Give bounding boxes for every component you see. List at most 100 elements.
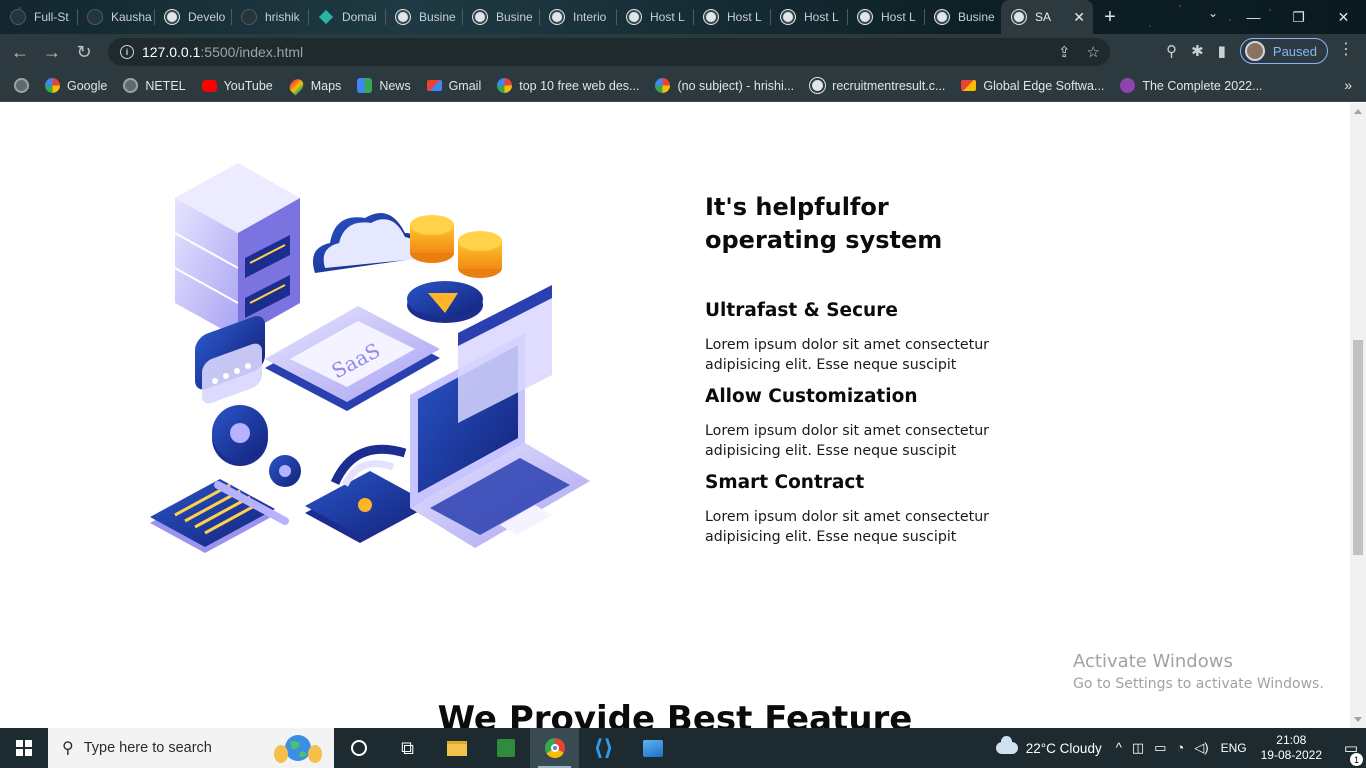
share-icon[interactable]: ⇪	[1058, 43, 1071, 61]
browser-tab[interactable]: Busine	[462, 0, 539, 34]
news-icon	[357, 78, 373, 93]
bookmark-label: Global Edge Softwa...	[983, 78, 1105, 93]
bookmark-item[interactable]: News	[357, 78, 411, 93]
reload-icon[interactable]: ↻	[68, 36, 100, 68]
scroll-down-icon[interactable]	[1354, 717, 1362, 722]
new-tab-button[interactable]: +	[1093, 0, 1127, 34]
bookmark-label: recruitmentresult.c...	[832, 78, 946, 93]
bookmark-item[interactable]: The Complete 2022...	[1120, 78, 1263, 93]
spreadsheet-icon[interactable]	[481, 728, 530, 768]
close-tab-icon[interactable]: ✕	[1073, 9, 1085, 26]
address-bar[interactable]: i 127.0.0.1:5500/index.html ⇪ ☆	[108, 38, 1110, 66]
weather-text: 22°C Cloudy	[1025, 740, 1102, 756]
google-icon	[655, 78, 671, 93]
bookmark-item[interactable]: NETEL	[123, 78, 186, 93]
clock[interactable]: 21:08 19-08-2022	[1261, 733, 1322, 763]
globe-icon	[123, 78, 139, 93]
bookmark-item[interactable]: (no subject) - hrishi...	[655, 78, 794, 93]
battery-icon[interactable]: ▭	[1154, 740, 1166, 756]
watermark-subtitle: Go to Settings to activate Windows.	[1073, 676, 1324, 692]
kebab-menu-icon[interactable]: ⋮	[1338, 42, 1354, 58]
dark-circle-icon	[87, 9, 103, 25]
weather-widget[interactable]: 22°C Cloudy	[995, 736, 1102, 756]
wifi-icon[interactable]: ◔	[1176, 740, 1184, 756]
browser-tab[interactable]: Domai	[308, 0, 385, 34]
google-icon	[497, 78, 513, 93]
chrome-icon[interactable]	[530, 728, 579, 768]
tab-title: Host L	[727, 10, 762, 24]
page-viewport: SaaS It's helpfulfor operating system Ul…	[0, 103, 1350, 728]
profile-button[interactable]: Paused	[1239, 38, 1328, 64]
tab-title: Busine	[496, 10, 533, 24]
window-controls: — ❐ ✕	[1231, 0, 1366, 34]
vscode-icon[interactable]: ⟨⟩	[579, 728, 628, 768]
side-panel-icon[interactable]: ▮	[1218, 42, 1226, 60]
back-arrow-icon[interactable]: ←	[4, 36, 36, 68]
bookmark-item[interactable]: top 10 free web des...	[497, 78, 639, 93]
language-indicator[interactable]: ENG	[1221, 741, 1247, 755]
bookmark-item[interactable]: recruitmentresult.c...	[810, 78, 945, 93]
more-bookmarks-icon[interactable]: »	[1344, 77, 1352, 93]
scrollbar-thumb[interactable]	[1353, 340, 1363, 555]
photos-icon[interactable]	[628, 728, 677, 768]
info-column: It's helpfulfor operating system Ultrafa…	[705, 191, 1025, 547]
cloud-icon	[995, 736, 1018, 754]
search-placeholder: Type here to search	[83, 740, 212, 756]
puzzle-extensions-icon[interactable]: ✱	[1191, 42, 1204, 60]
bookmark-item[interactable]: Global Edge Softwa...	[961, 79, 1104, 93]
close-window-icon[interactable]: ✕	[1321, 0, 1366, 34]
bookmark-label: Maps	[310, 78, 342, 93]
browser-tab[interactable]: Busine	[385, 0, 462, 34]
browser-tab-active[interactable]: SA ✕	[1001, 0, 1093, 34]
browser-tab[interactable]: Host L	[693, 0, 770, 34]
tab-title: Kausha	[111, 10, 152, 24]
bookmark-item[interactable]: Maps	[286, 75, 342, 96]
udemy-icon	[1120, 78, 1136, 93]
chevron-up-icon[interactable]: ^	[1116, 740, 1122, 756]
task-view-icon[interactable]: ⧉	[383, 728, 432, 768]
vertical-scrollbar[interactable]	[1350, 103, 1366, 728]
browser-tab[interactable]: Full-St	[0, 0, 77, 34]
notepad-icon	[150, 479, 289, 553]
saas-illustration: SaaS	[150, 163, 590, 553]
diamond-icon	[318, 9, 334, 25]
cortana-icon[interactable]	[334, 728, 383, 768]
file-explorer-icon[interactable]	[432, 728, 481, 768]
section-heading: It's helpfulfor operating system	[705, 193, 943, 254]
globe-icon	[703, 9, 719, 25]
gmail-icon	[426, 80, 442, 91]
feature-text: Lorem ipsum dolor sit amet consectetur a…	[705, 423, 990, 459]
bookmark-apps[interactable]	[14, 78, 29, 93]
earth-hands-icon	[274, 735, 322, 763]
browser-tab[interactable]: Busine	[924, 0, 1001, 34]
browser-tab[interactable]: Host L	[847, 0, 924, 34]
start-button[interactable]	[0, 728, 48, 768]
bookmark-item[interactable]: YouTube	[201, 79, 273, 93]
tab-search-icon[interactable]: ⌄	[1208, 6, 1218, 20]
bookmark-item[interactable]: Gmail	[426, 79, 481, 93]
youtube-icon	[201, 79, 217, 92]
windows-logo-icon	[16, 740, 32, 756]
browser-tab[interactable]: hrishik	[231, 0, 308, 34]
browser-tab[interactable]: Develo	[154, 0, 231, 34]
forward-arrow-icon[interactable]: →	[36, 36, 68, 68]
extension-icon[interactable]: ⚲	[1166, 42, 1177, 60]
volume-icon[interactable]: ◁)	[1194, 740, 1208, 756]
bookmark-star-icon[interactable]: ☆	[1087, 43, 1100, 61]
restore-icon[interactable]: ❐	[1276, 0, 1321, 34]
scroll-up-icon[interactable]	[1354, 109, 1362, 114]
bookmark-item[interactable]: Google	[45, 78, 107, 93]
notification-center-icon[interactable]: ▭ 1	[1336, 739, 1366, 766]
tab-title: Busine	[419, 10, 456, 24]
browser-tab[interactable]: Host L	[616, 0, 693, 34]
bookmark-label: Google	[67, 78, 108, 93]
browser-tab[interactable]: Interio	[539, 0, 616, 34]
minimize-icon[interactable]: —	[1231, 0, 1276, 34]
browser-tab[interactable]: Host L	[770, 0, 847, 34]
url-path: :5500/index.html	[200, 44, 304, 60]
browser-tab[interactable]: Kausha	[77, 0, 154, 34]
meet-now-icon[interactable]: ◫	[1132, 740, 1144, 756]
gear-icon	[212, 405, 301, 487]
taskbar-search-box[interactable]: ⚲ Type here to search	[48, 728, 334, 768]
site-info-icon[interactable]: i	[120, 45, 134, 59]
